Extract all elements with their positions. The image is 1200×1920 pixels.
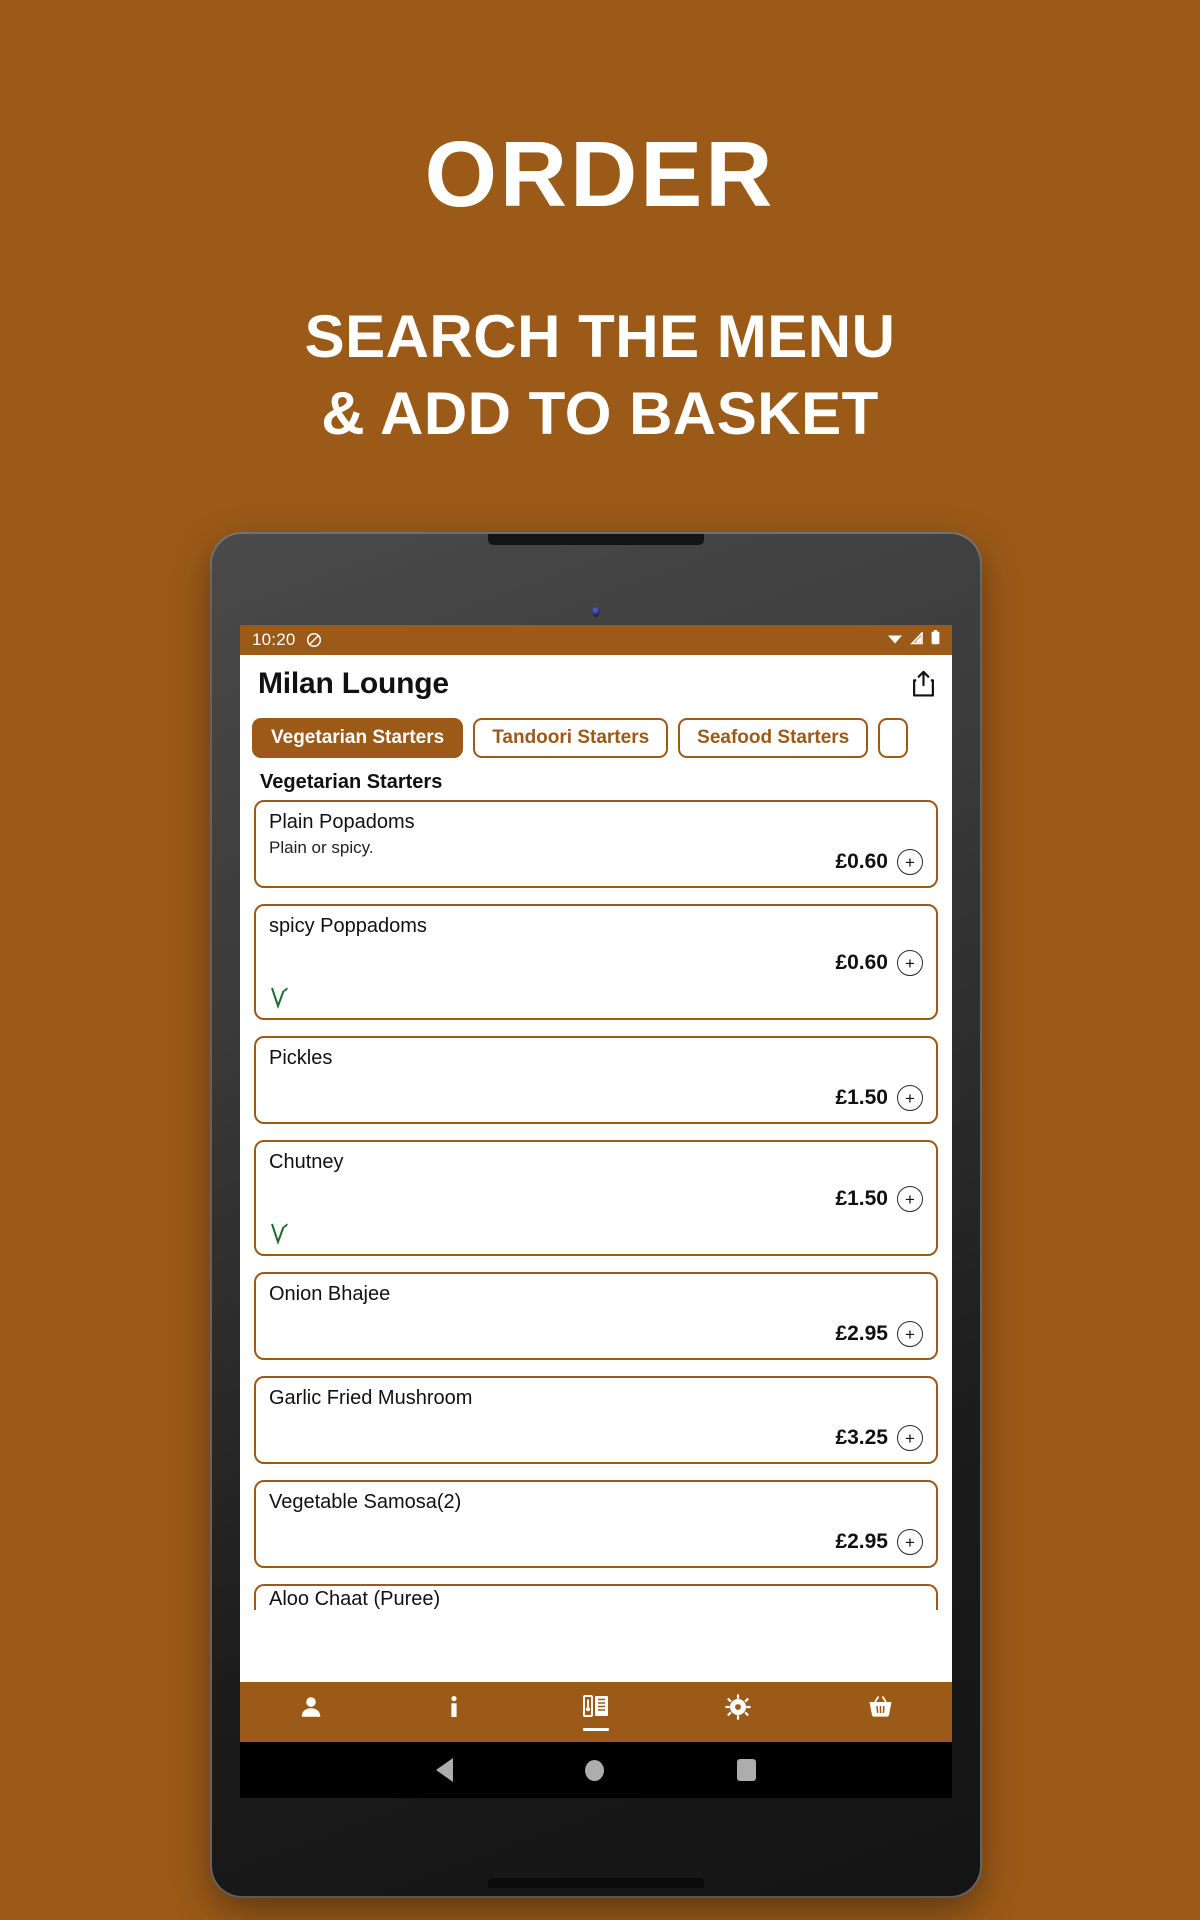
front-camera-icon — [592, 606, 600, 617]
menu-item-price-group: £1.50 + — [835, 1085, 923, 1111]
menu-item-price: £0.60 — [835, 850, 888, 873]
menu-item-card[interactable]: Pickles £1.50 + — [254, 1036, 938, 1124]
tab-label: Seafood Starters — [697, 727, 850, 748]
app-bar: Milan Lounge — [240, 655, 952, 712]
menu-item-price: £0.60 — [835, 951, 888, 974]
promo-subtitle: SEARCH THE MENU & ADD TO BASKET — [0, 299, 1200, 453]
menu-item-price: £2.95 — [835, 1322, 888, 1345]
home-circle-icon[interactable] — [585, 1759, 605, 1781]
vegetarian-icon — [269, 984, 291, 1010]
add-to-basket-button[interactable]: + — [897, 1321, 923, 1347]
menu-item-price: £1.50 — [835, 1187, 888, 1210]
menu-item-name: Aloo Chaat (Puree) — [269, 1588, 441, 1610]
bottom-speaker-slot — [488, 1878, 704, 1888]
section-heading: Vegetarian Starters — [240, 764, 952, 800]
page-title: ORDER — [424, 122, 776, 226]
menu-item-name: Vegetable Samosa(2) — [269, 1491, 462, 1513]
menu-item-price: £2.95 — [835, 1530, 888, 1553]
signal-icon — [910, 630, 924, 650]
menu-item-card[interactable]: Vegetable Samosa(2) £2.95 + — [254, 1480, 938, 1568]
nav-info[interactable] — [382, 1682, 524, 1742]
menu-item-price-group: £1.50 + — [835, 1186, 923, 1212]
menu-book-icon — [582, 1694, 610, 1725]
menu-item-list: Plain Popadoms Plain or spicy. £0.60 + s… — [240, 800, 952, 1682]
menu-item-price: £3.25 — [835, 1426, 888, 1449]
status-bar: 10:20 — [240, 625, 952, 655]
menu-item-card[interactable]: spicy Poppadoms £0.60 + — [254, 904, 938, 1020]
tab-label: Vegetarian Starters — [271, 727, 445, 748]
bottom-navigation-bar[interactable] — [240, 1682, 952, 1742]
menu-item-name: Chutney — [269, 1151, 344, 1173]
menu-item-price-group: £0.60 + — [835, 950, 923, 976]
tab-next-partial[interactable] — [878, 718, 909, 758]
add-to-basket-button[interactable]: + — [897, 1186, 923, 1212]
promo-banner: ORDER SEARCH THE MENU & ADD TO BASKET — [0, 0, 1200, 453]
nav-settings[interactable] — [667, 1682, 809, 1742]
tab-seafood-starters[interactable]: Seafood Starters — [678, 718, 869, 758]
speaker-slot — [488, 534, 704, 545]
device-screen: 10:20 Milan Lounge Vegetarian Starters T… — [240, 625, 952, 1798]
tab-tandoori-starters[interactable]: Tandoori Starters — [473, 718, 669, 758]
nav-menu[interactable] — [525, 1682, 667, 1742]
menu-item-card[interactable]: Onion Bhajee £2.95 + — [254, 1272, 938, 1360]
tablet-device-mockup: 10:20 Milan Lounge Vegetarian Starters T… — [212, 534, 980, 1896]
menu-item-price-group: £3.25 + — [835, 1425, 923, 1451]
restaurant-name: Milan Lounge — [258, 666, 449, 700]
add-to-basket-button[interactable]: + — [897, 950, 923, 976]
add-to-basket-button[interactable]: + — [897, 849, 923, 875]
android-system-nav-bar[interactable] — [240, 1742, 952, 1798]
menu-item-card[interactable]: Plain Popadoms Plain or spicy. £0.60 + — [254, 800, 938, 888]
back-triangle-icon[interactable] — [436, 1758, 454, 1782]
tab-vegetarian-starters[interactable]: Vegetarian Starters — [252, 718, 464, 758]
menu-item-card[interactable]: Aloo Chaat (Puree) — [254, 1584, 938, 1610]
menu-item-card[interactable]: Chutney £1.50 + — [254, 1140, 938, 1256]
nav-account[interactable] — [240, 1682, 382, 1742]
menu-item-name: Pickles — [269, 1047, 333, 1069]
menu-item-description: Plain or spicy. — [269, 838, 374, 857]
menu-item-price-group: £2.95 + — [835, 1321, 923, 1347]
menu-item-price-group: £2.95 + — [835, 1529, 923, 1555]
info-icon — [441, 1694, 467, 1725]
menu-item-name: spicy Poppadoms — [269, 915, 427, 937]
account-icon — [298, 1694, 324, 1725]
recents-square-icon[interactable] — [736, 1759, 756, 1781]
wifi-icon — [887, 630, 903, 650]
share-icon[interactable] — [911, 670, 936, 698]
status-bar-time: 10:20 — [252, 630, 296, 649]
nav-active-indicator — [583, 1727, 610, 1731]
do-not-disturb-icon — [306, 632, 322, 648]
tab-label: Tandoori Starters — [492, 727, 650, 748]
basket-icon — [867, 1694, 894, 1725]
battery-icon — [931, 630, 940, 650]
vegetarian-icon — [269, 1220, 291, 1246]
menu-item-price: £1.50 — [835, 1086, 888, 1109]
menu-item-card[interactable]: Garlic Fried Mushroom £3.25 + — [254, 1376, 938, 1464]
settings-gear-icon — [725, 1693, 751, 1725]
menu-item-price-group: £0.60 + — [835, 849, 923, 875]
menu-item-name: Onion Bhajee — [269, 1283, 391, 1305]
add-to-basket-button[interactable]: + — [897, 1425, 923, 1451]
promo-subtitle-line-1: SEARCH THE MENU — [304, 303, 896, 370]
status-bar-indicators — [887, 630, 940, 650]
add-to-basket-button[interactable]: + — [897, 1085, 923, 1111]
menu-item-name: Garlic Fried Mushroom — [269, 1387, 473, 1409]
promo-subtitle-line-2: & ADD TO BASKET — [321, 379, 879, 447]
menu-item-name: Plain Popadoms — [269, 811, 415, 833]
nav-basket[interactable] — [810, 1682, 952, 1742]
category-tab-strip[interactable]: Vegetarian Starters Tandoori Starters Se… — [240, 712, 952, 764]
add-to-basket-button[interactable]: + — [897, 1529, 923, 1555]
